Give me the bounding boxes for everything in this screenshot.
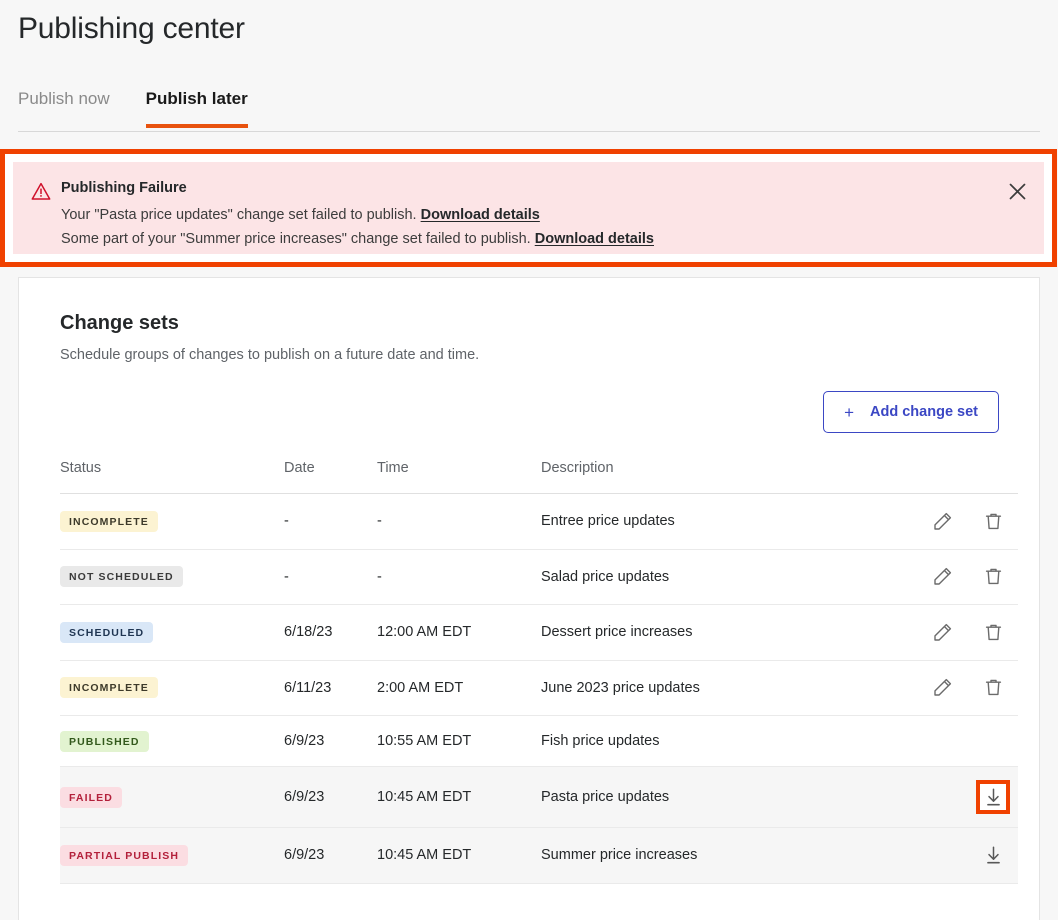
table-row: PUBLISHED 6/9/23 10:55 AM EDT Fish price up…: [60, 715, 1018, 767]
cell-date: -: [284, 549, 377, 605]
table-header-row: Status Date Time Description: [60, 460, 1018, 494]
cell-date: 6/9/23: [284, 715, 377, 767]
cell-time: 10:45 AM EDT: [377, 827, 541, 884]
delete-icon[interactable]: [979, 674, 1007, 702]
cell-description: Fish price updates: [541, 715, 916, 767]
delete-icon[interactable]: [979, 507, 1007, 535]
cell-status: PUBLISHED: [60, 715, 284, 767]
warning-triangle-icon: [31, 182, 51, 251]
alert-line-1-text: Your "Pasta price updates" change set fa…: [61, 207, 417, 223]
cell-time: 2:00 AM EDT: [377, 660, 541, 716]
cell-date: 6/11/23: [284, 660, 377, 716]
alert-line-2-text: Some part of your "Summer price increase…: [61, 231, 531, 247]
cell-date: -: [284, 493, 377, 550]
column-header-status: Status: [60, 460, 284, 494]
download-highlight-box: [976, 780, 1010, 814]
delete-icon[interactable]: [979, 563, 1007, 591]
edit-icon[interactable]: [928, 563, 956, 591]
delete-icon[interactable]: [979, 618, 1007, 646]
alert-highlight-box: Publishing Failure Your "Pasta price upd…: [0, 149, 1057, 267]
status-badge: PARTIAL PUBLISH: [60, 844, 189, 866]
download-details-link-2[interactable]: Download details: [535, 231, 654, 247]
table-row: FAILED 6/9/23 10:45 AM EDT Pasta price upda…: [60, 766, 1018, 828]
alert-line-1: Your "Pasta price updates" change set fa…: [61, 203, 1024, 227]
cell-action-primary: [916, 715, 968, 767]
table-body: INCOMPLETE - - Entree price updates NOT SCHE…: [60, 493, 1018, 884]
table-row: PARTIAL PUBLISH 6/9/23 10:45 AM EDT Summer …: [60, 827, 1018, 884]
change-sets-card: Change sets Schedule groups of changes t…: [18, 277, 1040, 920]
cell-action-primary: [916, 549, 968, 605]
download-icon[interactable]: [980, 783, 1006, 811]
cell-action-secondary: [968, 766, 1018, 828]
status-badge: SCHEDULED: [60, 621, 154, 643]
cell-description: Salad price updates: [541, 549, 916, 605]
page-title: Publishing center: [18, 12, 245, 45]
tab-publish-later[interactable]: Publish later: [145, 88, 248, 128]
table-row: SCHEDULED 6/18/23 12:00 AM EDT Dessert pric…: [60, 604, 1018, 661]
cell-description: Dessert price increases: [541, 604, 916, 661]
cell-date: 6/18/23: [284, 604, 377, 661]
publishing-failure-alert: Publishing Failure Your "Pasta price upd…: [13, 162, 1044, 254]
close-icon[interactable]: [1002, 176, 1032, 206]
add-change-set-button[interactable]: + Add change set: [823, 391, 999, 433]
column-header-actions-2: [968, 460, 1018, 494]
add-change-set-button-label: Add change set: [870, 404, 978, 420]
edit-icon[interactable]: [928, 507, 956, 535]
cell-time: 10:45 AM EDT: [377, 766, 541, 828]
cell-action-secondary: [968, 827, 1018, 884]
alert-title: Publishing Failure: [61, 180, 187, 196]
cell-status: FAILED: [60, 766, 284, 828]
cell-status: INCOMPLETE: [60, 660, 284, 716]
card-title: Change sets: [60, 312, 179, 334]
cell-time: -: [377, 493, 541, 550]
column-header-actions-1: [916, 460, 968, 494]
cell-time: 10:55 AM EDT: [377, 715, 541, 767]
column-header-description: Description: [541, 460, 916, 494]
table-row: INCOMPLETE - - Entree price updates: [60, 493, 1018, 550]
cell-date: 6/9/23: [284, 766, 377, 828]
cell-description: June 2023 price updates: [541, 660, 916, 716]
cell-description: Pasta price updates: [541, 766, 916, 828]
cell-action-primary: [916, 766, 968, 828]
edit-icon[interactable]: [928, 674, 956, 702]
download-icon[interactable]: [979, 841, 1007, 869]
alert-line-2: Some part of your "Summer price increase…: [61, 227, 1024, 251]
status-badge: FAILED: [60, 786, 122, 808]
cell-status: SCHEDULED: [60, 604, 284, 661]
status-badge: PUBLISHED: [60, 730, 149, 752]
status-badge: NOT SCHEDULED: [60, 566, 183, 588]
cell-status: NOT SCHEDULED: [60, 549, 284, 605]
cell-time: 12:00 AM EDT: [377, 604, 541, 661]
cell-action-primary: [916, 660, 968, 716]
edit-icon[interactable]: [928, 618, 956, 646]
table-row: INCOMPLETE 6/11/23 2:00 AM EDT June 2023 pr…: [60, 660, 1018, 716]
table-row: NOT SCHEDULED - - Salad price updates: [60, 549, 1018, 605]
column-header-time: Time: [377, 460, 541, 494]
cell-action-secondary: [968, 493, 1018, 550]
status-badge: INCOMPLETE: [60, 510, 158, 532]
cell-description: Entree price updates: [541, 493, 916, 550]
change-sets-table: Status Date Time Description INCOMPLETE -…: [60, 460, 1018, 884]
download-details-link-1[interactable]: Download details: [421, 207, 540, 223]
tab-publish-now[interactable]: Publish now: [18, 88, 110, 128]
cell-time: -: [377, 549, 541, 605]
cell-action-primary: [916, 604, 968, 661]
status-badge: INCOMPLETE: [60, 677, 158, 699]
cell-description: Summer price increases: [541, 827, 916, 884]
tab-bar: Publish now Publish later: [18, 88, 1040, 132]
column-header-date: Date: [284, 460, 377, 494]
cell-status: INCOMPLETE: [60, 493, 284, 550]
cell-action-primary: [916, 827, 968, 884]
publishing-center-page: Publishing center Publish now Publish la…: [0, 0, 1058, 920]
cell-action-primary: [916, 493, 968, 550]
plus-icon: +: [844, 402, 855, 422]
cell-action-secondary: [968, 549, 1018, 605]
cell-action-secondary: [968, 660, 1018, 716]
cell-status: PARTIAL PUBLISH: [60, 827, 284, 884]
cell-action-secondary: [968, 715, 1018, 767]
cell-date: 6/9/23: [284, 827, 377, 884]
card-subtitle: Schedule groups of changes to publish on…: [60, 347, 480, 363]
cell-action-secondary: [968, 604, 1018, 661]
